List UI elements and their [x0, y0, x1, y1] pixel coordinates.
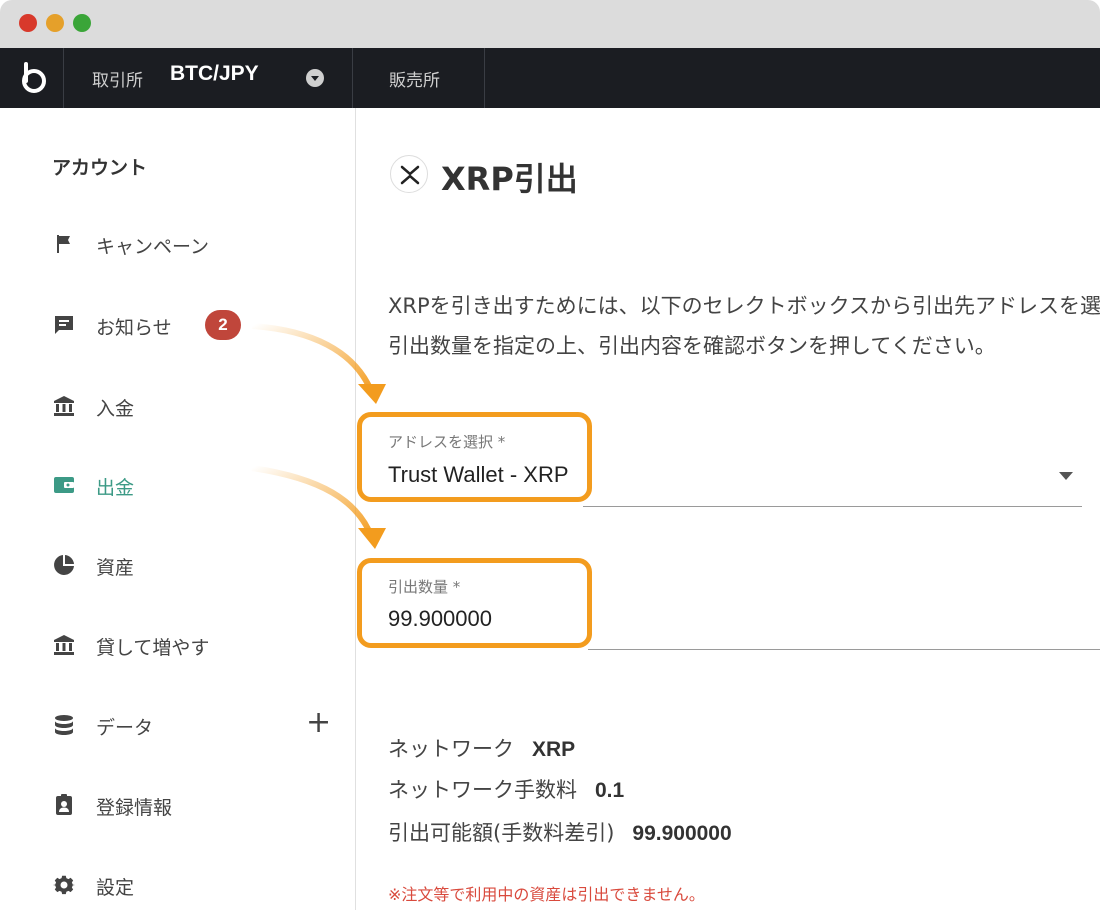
badge-icon — [56, 794, 72, 815]
amount-highlight-box — [357, 558, 592, 648]
wallet-icon — [54, 477, 74, 493]
sales-nav-link[interactable]: 販売所 — [389, 66, 440, 91]
sidebar-item-profile[interactable]: 登録情報 — [0, 780, 355, 830]
main-content: XRP引出 XRPを引き出すためには、以下のセレクトボックスから引出先アドレスを… — [357, 108, 1100, 910]
window-titlebar — [0, 0, 1100, 48]
sidebar-item-news[interactable]: お知らせ 2 — [0, 300, 355, 350]
network-label: ネットワーク — [388, 737, 514, 761]
gear-icon — [52, 875, 75, 895]
close-window-button[interactable] — [19, 14, 37, 32]
available-amount-row: 引出可能額(手数料差引) 99.900000 — [388, 817, 732, 847]
sidebar-item-label: 入金 — [96, 398, 135, 420]
sidebar-item-data[interactable]: データ + — [0, 700, 355, 750]
instructions-text: XRPを引き出すためには、以下のセレクトボックスから引出先アドレスを選択し 引出… — [388, 286, 1100, 366]
sidebar-item-settings[interactable]: 設定 — [0, 860, 355, 910]
sidebar-item-label: 資産 — [96, 557, 135, 579]
instructions-line-2: 引出数量を指定の上、引出内容を確認ボタンを押してください。 — [388, 334, 996, 358]
network-row: ネットワーク XRP — [388, 733, 575, 763]
bank-icon — [54, 635, 74, 655]
sidebar-item-withdraw[interactable]: 出金 — [0, 460, 355, 510]
amount-input-underline — [588, 649, 1100, 650]
sidebar-item-campaign[interactable]: キャンペーン — [0, 219, 355, 269]
nav-divider — [484, 48, 485, 108]
pair-dropdown-icon[interactable] — [306, 69, 324, 87]
sidebar-item-assets[interactable]: 資産 — [0, 540, 355, 590]
account-sidebar: アカウント キャンペーン お知らせ 2 入金 出金 資産 貸して増やす データ … — [0, 108, 356, 910]
pie-chart-icon — [54, 555, 74, 575]
bitbank-logo-icon[interactable] — [14, 58, 54, 98]
warning-text: ※注文等で利用中の資産は引出できません。 — [388, 885, 705, 904]
expand-plus-icon[interactable]: + — [306, 706, 331, 740]
available-amount-label: 引出可能額(手数料差引) — [388, 821, 615, 845]
flag-icon — [57, 235, 70, 253]
available-amount-value: 99.900000 — [632, 822, 732, 845]
currency-pair-selector[interactable]: BTC/JPY — [170, 62, 259, 86]
network-fee-value: 0.1 — [595, 779, 625, 802]
bank-icon — [54, 396, 74, 416]
sidebar-item-label: データ — [96, 717, 154, 739]
chevron-down-icon[interactable] — [1059, 472, 1073, 480]
nav-divider — [352, 48, 353, 108]
message-icon — [55, 316, 73, 334]
address-select-underline — [583, 506, 1082, 507]
network-fee-row: ネットワーク手数料 0.1 — [388, 774, 624, 804]
top-navigation-bar: 取引所 BTC/JPY 販売所 — [0, 48, 1100, 108]
exchange-nav-label[interactable]: 取引所 — [92, 66, 143, 91]
xrp-logo-icon — [390, 155, 428, 193]
sidebar-item-lending[interactable]: 貸して増やす — [0, 620, 355, 670]
network-fee-label: ネットワーク手数料 — [388, 778, 577, 802]
notification-badge: 2 — [205, 310, 241, 340]
page-title: XRP引出 — [441, 160, 578, 198]
sidebar-item-label: 設定 — [96, 877, 135, 899]
sidebar-item-label: 出金 — [96, 477, 135, 499]
app-window: 取引所 BTC/JPY 販売所 アカウント キャンペーン お知らせ 2 入金 出… — [0, 0, 1100, 910]
nav-divider — [63, 48, 64, 108]
sidebar-item-label: キャンペーン — [96, 236, 210, 258]
sidebar-item-deposit[interactable]: 入金 — [0, 381, 355, 431]
sidebar-title: アカウント — [52, 157, 148, 179]
sidebar-item-label: 貸して増やす — [96, 637, 210, 659]
sidebar-item-label: お知らせ — [96, 317, 172, 339]
instructions-line-1: XRPを引き出すためには、以下のセレクトボックスから引出先アドレスを選択し — [388, 294, 1100, 318]
maximize-window-button[interactable] — [73, 14, 91, 32]
database-icon — [55, 715, 73, 735]
address-highlight-box — [357, 412, 592, 502]
minimize-window-button[interactable] — [46, 14, 64, 32]
sidebar-item-label: 登録情報 — [96, 797, 173, 819]
network-value: XRP — [532, 738, 576, 761]
